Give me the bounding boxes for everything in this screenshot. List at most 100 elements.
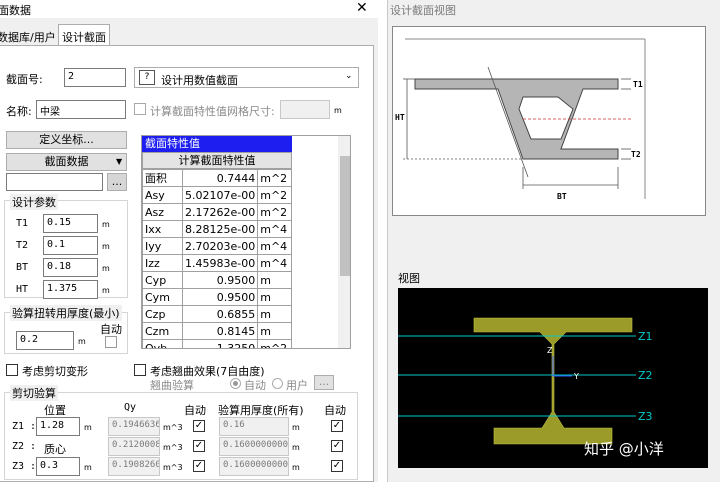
properties-scrollbar[interactable] [338,136,350,348]
label-ht: HT [395,113,405,122]
property-value: 0.6855 [181,305,259,323]
label-z1: Z1 [638,330,653,343]
torsion-auto-checkbox[interactable] [105,336,117,348]
define-coords-button[interactable]: 定义坐标... [6,131,127,149]
section-diagram: T1 T2 HT BT [392,26,706,216]
t2-input[interactable]: 0.1 [43,236,98,255]
label-z2: Z2 [638,369,653,382]
calc-grid-checkbox[interactable] [134,103,146,115]
property-unit: m^4 [257,254,292,272]
property-name: Cyp [142,271,183,289]
tab-design-section[interactable]: 设计截面 [58,24,110,46]
property-unit: m^4 [257,220,292,238]
property-name: Asy [142,186,183,204]
z3-auto-checkbox[interactable]: ✓ [193,460,205,472]
radio-dot [233,381,238,386]
section-data-label: 截面数据 [44,155,89,168]
caret-down-icon: ▼ [116,157,123,166]
z1-position-input[interactable]: 1.28 [36,417,80,436]
property-unit: m [257,288,292,306]
warping-check-label: 翘曲验算 [150,379,194,392]
tab-label: 数据库/用户 [0,31,56,44]
t1-input[interactable]: 0.15 [43,214,98,233]
shear-row-label: Z2 : [12,441,37,452]
section-type-dropdown[interactable]: ? 设计用数值截面 ⌄ [134,67,359,88]
label-t2: T2 [631,150,641,159]
properties-panel: 截面特性值 计算截面特性值 面积 0.7444 m^2 Asy 5.02107e-00 m… [141,135,351,349]
property-name: Cym [142,288,183,306]
z1-auto2-checkbox[interactable]: ✓ [331,420,343,432]
design-params-title: 设计参数 [10,194,58,210]
radio-auto[interactable] [230,378,241,389]
z2-auto-checkbox[interactable]: ✓ [193,440,205,452]
z2-auto2-checkbox[interactable]: ✓ [331,440,343,452]
shear-deform-checkbox[interactable] [6,364,18,376]
z2-thickness-input: 0.1600000000 [219,437,289,456]
z3-qy-input: 0.1908260 [108,457,160,476]
z3-thickness-input: 0.1600000000 [219,457,289,476]
z1-thickness-input: 0.16 [219,417,289,436]
property-unit: m [257,305,292,323]
property-name: 面积 [142,169,183,187]
property-name: Asz [142,203,183,221]
ht-input[interactable]: 1.375 [43,280,98,299]
warping-checkbox[interactable] [134,364,146,376]
shear-row-label: Z1 : [12,421,37,432]
radio-auto-label: 自动 [244,379,266,392]
calc-grid-input[interactable] [280,100,330,119]
property-row: Ixx 8.28125e-00 m^4 [142,220,292,238]
shear-deform-label: 考虑剪切变形 [22,365,88,378]
property-value: 2.17262e-00 [181,203,259,221]
param-unit: m [102,264,110,273]
th-unit: m [292,443,300,452]
bt-input[interactable]: 0.18 [43,258,98,277]
browse-button[interactable]: ... [107,173,127,191]
property-row: Iyy 2.70203e-00 m^4 [142,237,292,255]
qy-unit: m^3 [163,463,183,472]
property-name: Czp [142,305,183,323]
section-number-label: 截面号: [6,73,43,86]
z1-auto-checkbox[interactable]: ✓ [193,420,205,432]
label-bt: BT [557,192,567,201]
radio-user[interactable] [272,378,283,389]
right-panel: 设计截面视图 T1 T2 HT BT 视图 Z1 Z2 Z3 Z Y 知乎 @小… [388,0,720,482]
radio-user-label: 用户 [286,379,308,392]
scrollbar-thumb[interactable] [340,156,350,276]
param-label: BT [16,262,29,273]
property-value: 5.02107e-00 [181,186,259,204]
label-y-axis: Y [574,372,579,381]
section-view: Z1 Z2 Z3 Z Y 知乎 @小洋 [398,288,708,468]
section-number-input[interactable]: 2 [64,68,126,87]
shear-row-label: Z3 : [12,461,37,472]
section-data-dropdown[interactable]: 截面数据 ▼ [6,153,127,171]
file-path-input[interactable] [6,173,103,191]
param-label: HT [16,284,29,295]
property-row: Qyb 1.3250 m^2 [142,339,292,348]
property-value: 0.9500 [181,271,259,289]
section-type-icon: ? [139,70,155,85]
properties-table: 面积 0.7444 m^2 Asy 5.02107e-00 m^2 Asz 2.17262e-… [142,169,292,348]
close-icon[interactable]: ✕ [356,0,368,16]
torsion-thickness-input[interactable]: 0.2 [16,331,74,350]
header-position: 位置 [44,404,66,417]
header-auto: 自动 [184,404,206,417]
name-input[interactable]: 中梁 [36,100,126,119]
z3-auto2-checkbox[interactable]: ✓ [331,460,343,472]
property-row: Czp 0.6855 m [142,305,292,323]
property-row: Cyp 0.9500 m [142,271,292,289]
property-unit: m^2 [257,169,292,187]
property-row: Asy 5.02107e-00 m^2 [142,186,292,204]
window-title: 面数据 ✕ [0,0,378,18]
tab-database-user[interactable]: 数据库/用户 [0,26,60,44]
z3-position-input[interactable]: 0.3 [36,457,80,476]
property-value: 2.70203e-00 [181,237,259,255]
name-label: 名称: [6,105,32,118]
watermark: 知乎 @小洋 [584,440,664,458]
param-unit: m [102,286,110,295]
property-value: 0.7444 [181,169,259,187]
param-label: T2 [16,240,29,251]
property-unit: m^2 [257,339,292,348]
warping-browse-button[interactable]: ... [314,375,334,390]
label-t1: T1 [633,80,643,89]
property-value: 0.8145 [181,322,259,340]
